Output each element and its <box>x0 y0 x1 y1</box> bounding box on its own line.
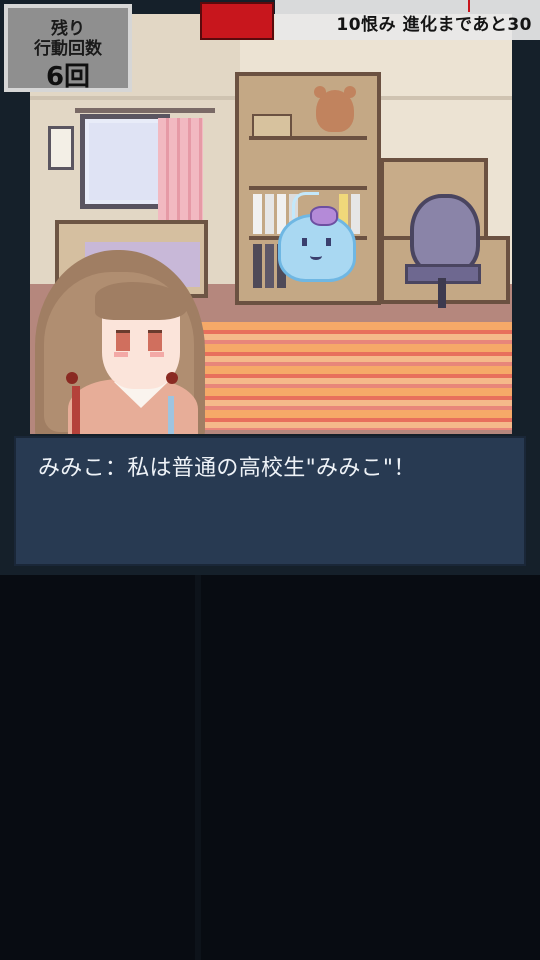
teddy-ear <box>344 86 356 98</box>
bottom-empty-area[interactable] <box>0 575 540 960</box>
girl-eye <box>148 330 162 351</box>
striped-rug <box>166 322 512 430</box>
ghost-eye <box>326 238 331 246</box>
girl-ribbon <box>168 396 174 434</box>
remaining-actions-counter: 残り 行動回数 6回 <box>4 4 132 92</box>
bottom-divider <box>195 575 201 960</box>
girl-blush <box>114 352 128 357</box>
office-chair <box>410 194 480 274</box>
dialogue-text: みみこ：私は普通の高校生"みみこ"！ <box>38 456 416 481</box>
girl-scrunchie <box>66 372 78 384</box>
evolution-status-text: 10恨み 進化まであと30 <box>336 15 532 35</box>
ghost-mouth <box>310 252 322 260</box>
counter-value: 6回 <box>45 62 91 92</box>
teddy-ear <box>314 86 326 98</box>
wall-switch <box>48 126 74 170</box>
window <box>80 114 170 209</box>
girl-blush <box>150 352 164 357</box>
pink-curtain <box>158 118 203 226</box>
girl-strap <box>72 386 80 434</box>
dialogue-box[interactable]: みみこ：私は普通の高校生"みみこ"！ <box>14 436 526 566</box>
grudge-meter <box>200 2 274 40</box>
ghost-eye <box>302 238 307 246</box>
storage-box <box>252 114 292 138</box>
girl-scrunchie <box>166 372 178 384</box>
chair-leg <box>438 278 446 308</box>
girl-eye <box>116 330 130 351</box>
curtain-rod <box>75 108 215 113</box>
evolution-status-bar: 10恨み 進化まであと30 <box>275 0 540 40</box>
ghost-bow <box>310 206 338 226</box>
